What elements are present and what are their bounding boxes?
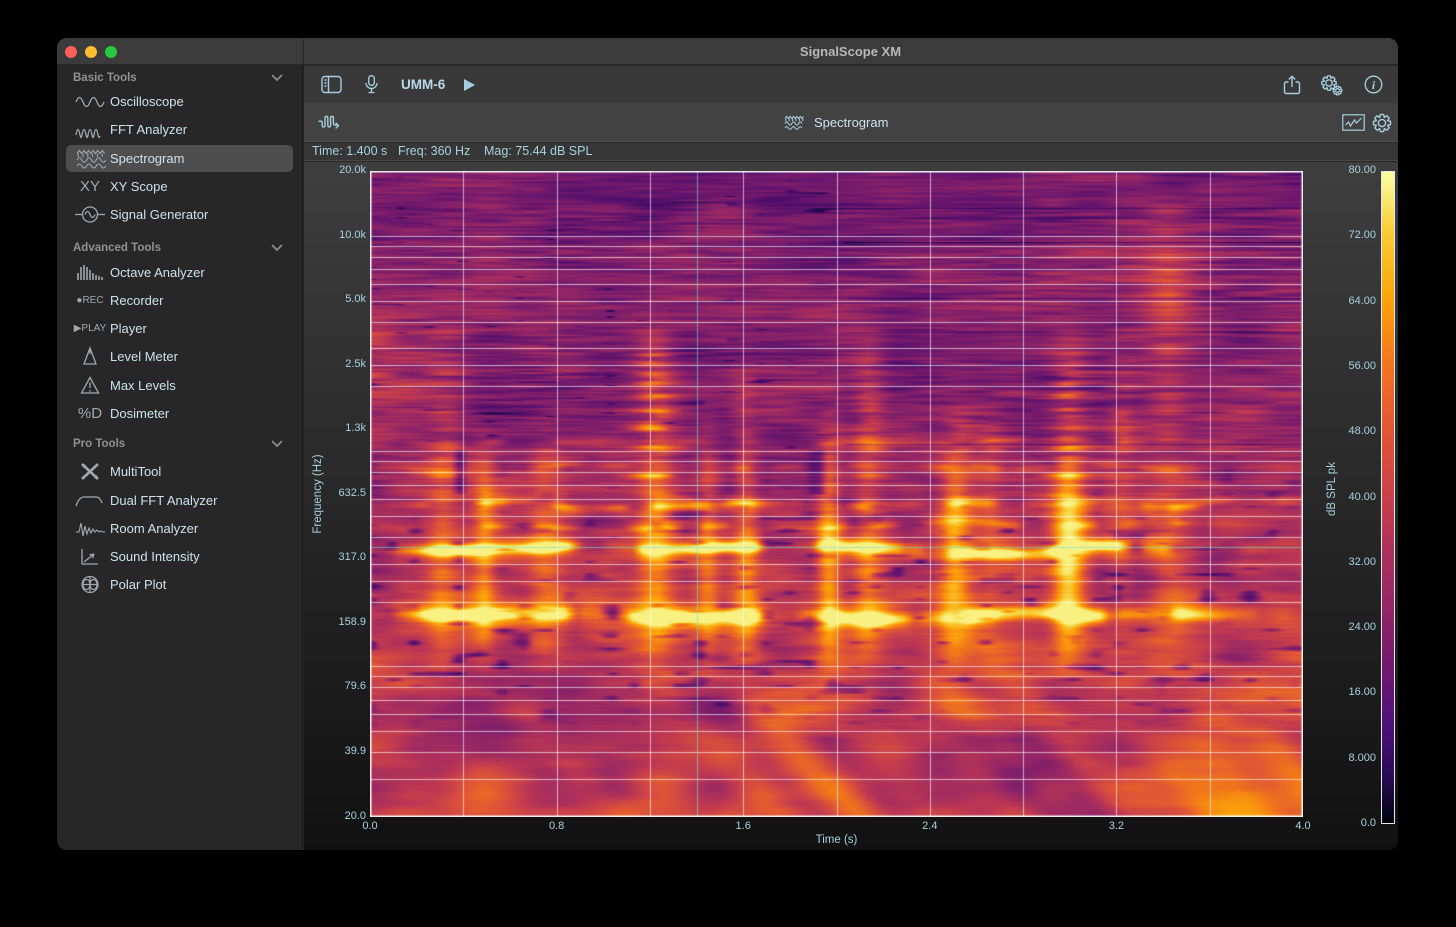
svg-text:i: i (1372, 78, 1376, 92)
